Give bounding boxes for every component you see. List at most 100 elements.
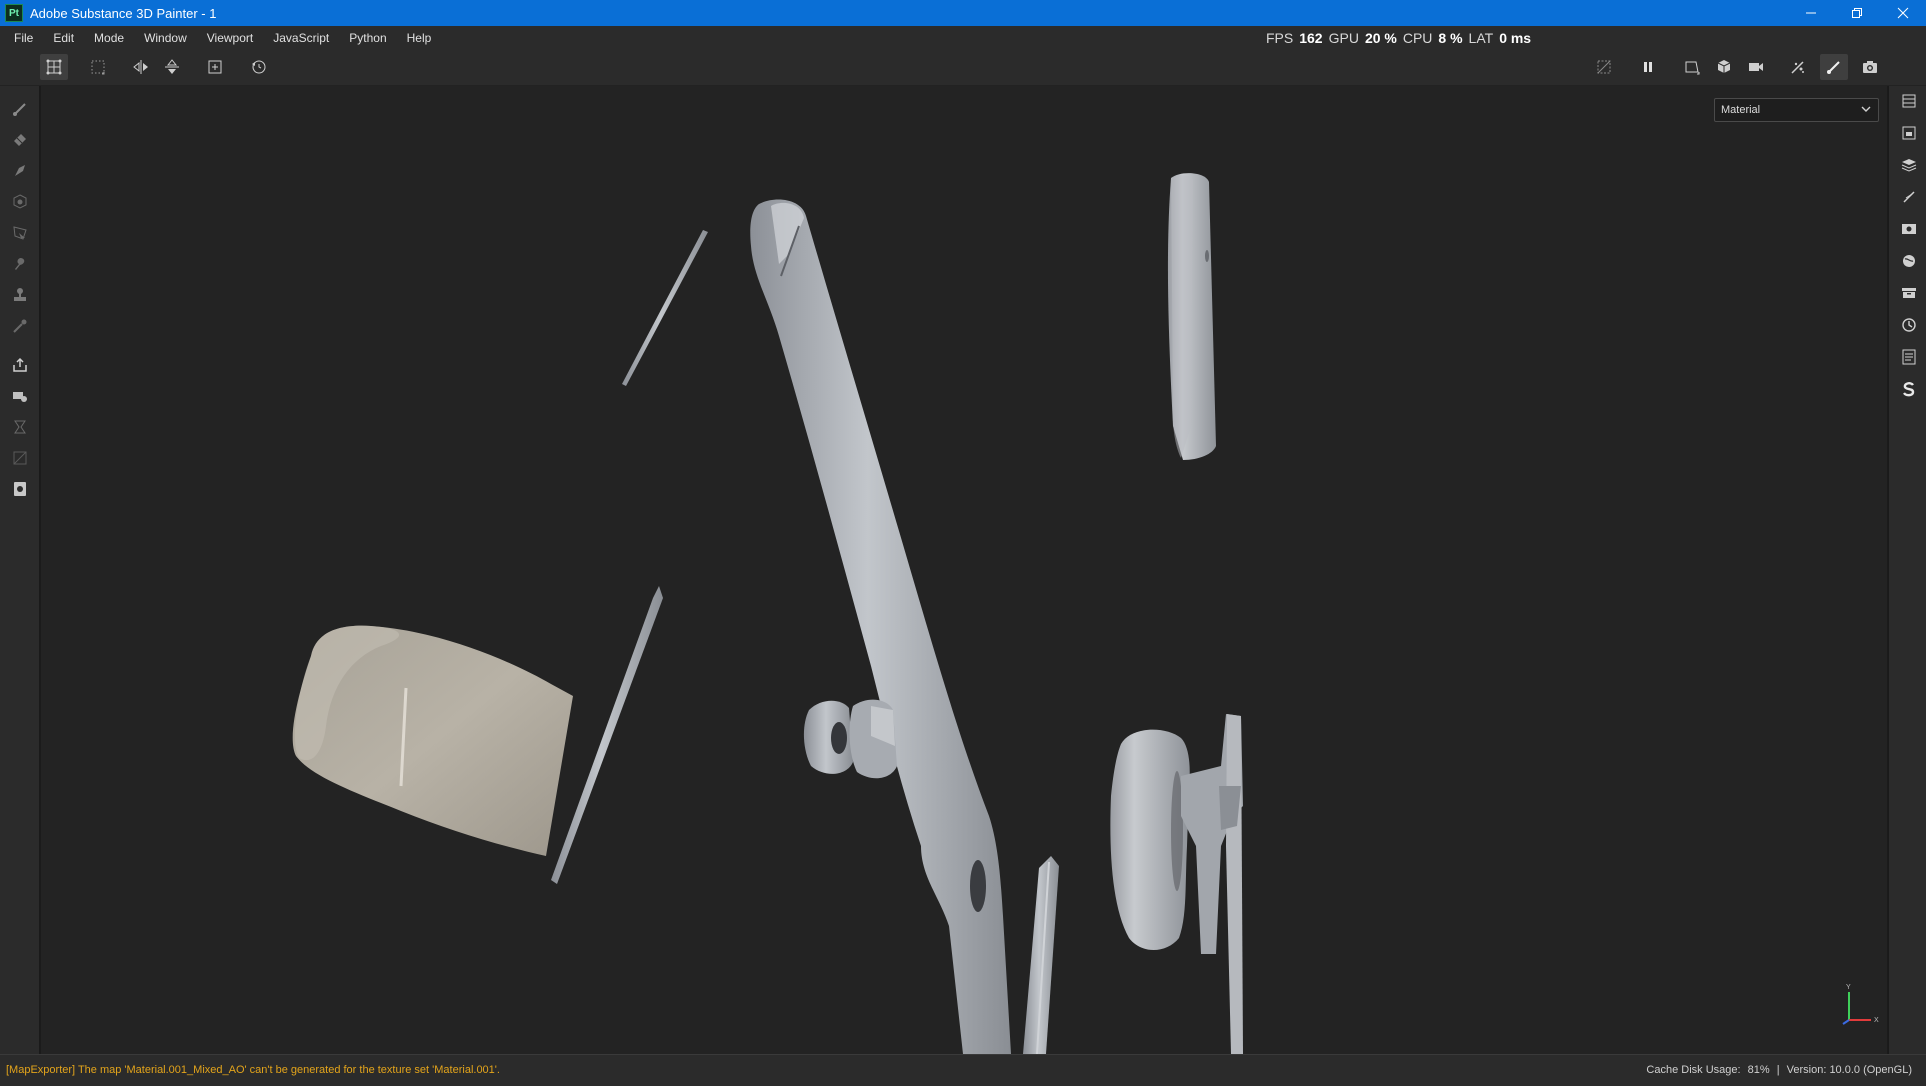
viewport-mode-value: Material — [1721, 104, 1761, 116]
dock-substance[interactable] — [1898, 378, 1920, 400]
menu-javascript[interactable]: JavaScript — [263, 31, 339, 45]
menu-bar: File Edit Mode Window Viewport JavaScrip… — [0, 26, 1926, 49]
layers-icon — [1901, 159, 1917, 172]
eraser-icon — [14, 134, 26, 146]
pause-icon — [1644, 62, 1652, 72]
cube-icon — [1717, 60, 1731, 73]
history-icon — [1902, 318, 1916, 332]
smudge-icon — [15, 258, 25, 270]
fps-label: FPS — [1266, 29, 1294, 46]
menu-file[interactable]: File — [0, 31, 43, 45]
gpu-label: GPU — [1328, 29, 1359, 46]
mirror-x-button[interactable] — [127, 54, 155, 80]
add-frame-button[interactable] — [201, 54, 229, 80]
texture-set-settings-icon — [1902, 126, 1916, 140]
brush-mode-button[interactable] — [1820, 54, 1848, 80]
performance-stats: FPS 162 GPU 20 % CPU 8 % LAT 0 ms — [1266, 26, 1531, 49]
dock-layers[interactable] — [1898, 154, 1920, 176]
status-separator: | — [1776, 1064, 1780, 1076]
reset-button[interactable] — [245, 54, 273, 80]
model-nuts — [803, 699, 897, 779]
texture-sets-icon — [1902, 94, 1916, 108]
window-controls — [1788, 0, 1926, 26]
restore-button[interactable] — [1834, 0, 1880, 26]
properties-icon — [1903, 191, 1915, 203]
menu-edit[interactable]: Edit — [43, 31, 84, 45]
status-warning-message[interactable]: [MapExporter] The map 'Material.001_Mixe… — [6, 1064, 500, 1076]
paint-tool[interactable] — [9, 98, 31, 120]
display-settings-icon — [1902, 224, 1916, 234]
dock-texture-sets[interactable] — [1898, 90, 1920, 112]
axis-gizmo: Y X — [1842, 984, 1879, 1025]
settings-tool[interactable] — [9, 478, 31, 500]
camera-frame-icon — [1685, 61, 1700, 75]
dock-display-settings[interactable] — [1898, 218, 1920, 240]
bake-tool[interactable] — [9, 385, 31, 407]
cache-label: Cache Disk Usage: — [1646, 1064, 1741, 1076]
cube-button[interactable] — [1710, 54, 1738, 80]
iray-icon — [14, 420, 26, 434]
dock-environment[interactable] — [1898, 250, 1920, 272]
dotted-select-button[interactable] — [84, 54, 112, 80]
hide-grid-button[interactable] — [1590, 54, 1618, 80]
menu-viewport[interactable]: Viewport — [197, 31, 263, 45]
model-pin-upper — [622, 230, 708, 386]
model-handle — [292, 625, 573, 856]
status-info: Cache Disk Usage: 81% | Version: 10.0.0 … — [1642, 1064, 1912, 1076]
mirror-y-button[interactable] — [158, 54, 186, 80]
geometry-fill-tool[interactable] — [9, 191, 31, 213]
iray-tool[interactable] — [9, 416, 31, 438]
menu-help[interactable]: Help — [397, 31, 442, 45]
restore-icon — [1852, 8, 1862, 18]
uv-tool[interactable] — [9, 447, 31, 469]
version-text: Version: 10.0.0 (OpenGL) — [1786, 1064, 1912, 1076]
substance-icon — [1903, 382, 1915, 397]
shelf-icon — [1902, 288, 1916, 298]
projection-icon — [15, 165, 25, 176]
eraser-tool[interactable] — [9, 129, 31, 151]
menu-python[interactable]: Python — [339, 31, 396, 45]
scene-render — [292, 173, 1243, 1054]
color-picker-tool[interactable] — [9, 315, 31, 337]
camera-frame-button[interactable] — [1678, 54, 1706, 80]
minimize-icon — [1806, 12, 1816, 14]
export-icon — [13, 357, 27, 372]
dock-texture-set-settings[interactable] — [1898, 122, 1920, 144]
video-camera-button[interactable] — [1742, 54, 1770, 80]
export-tool[interactable] — [9, 354, 31, 376]
particles-button[interactable] — [1784, 54, 1812, 80]
color-picker-icon — [13, 319, 27, 333]
close-button[interactable] — [1880, 0, 1926, 26]
video-camera-icon — [1749, 63, 1763, 71]
pause-button[interactable] — [1634, 54, 1662, 80]
fps-value: 162 — [1299, 29, 1323, 46]
dock-log[interactable] — [1898, 346, 1920, 368]
3d-viewport[interactable]: Material Y X — [41, 86, 1887, 1054]
smudge-tool[interactable] — [9, 253, 31, 275]
dock-properties[interactable] — [1898, 186, 1920, 208]
viewport-toolbar — [0, 49, 1926, 86]
gpu-value: 20 % — [1364, 29, 1397, 46]
cpu-value: 8 % — [1438, 29, 1463, 46]
dock-shelf[interactable] — [1898, 282, 1920, 304]
polygon-fill-tool[interactable] — [9, 222, 31, 244]
axis-y-label: Y — [1846, 984, 1851, 991]
viewport-mode-select[interactable]: Material — [1714, 98, 1879, 122]
screenshot-button[interactable] — [1856, 54, 1884, 80]
uv-icon — [13, 451, 27, 465]
menu-mode[interactable]: Mode — [84, 31, 134, 45]
projection-tool[interactable] — [9, 160, 31, 182]
axis-x-label: X — [1874, 1017, 1879, 1024]
minimize-button[interactable] — [1788, 0, 1834, 26]
window-title: Adobe Substance 3D Painter - 1 — [30, 5, 217, 21]
clone-tool[interactable] — [9, 284, 31, 306]
menu-window[interactable]: Window — [134, 31, 197, 45]
quad-select-button[interactable] — [40, 54, 68, 80]
screenshot-icon — [1863, 61, 1877, 73]
title-bar: Pt Adobe Substance 3D Painter - 1 — [0, 0, 1926, 26]
dock-column — [1888, 86, 1926, 1054]
clone-stamp-icon — [14, 288, 26, 301]
close-icon — [1897, 7, 1909, 19]
dock-history[interactable] — [1898, 314, 1920, 336]
settings-icon — [14, 482, 26, 496]
